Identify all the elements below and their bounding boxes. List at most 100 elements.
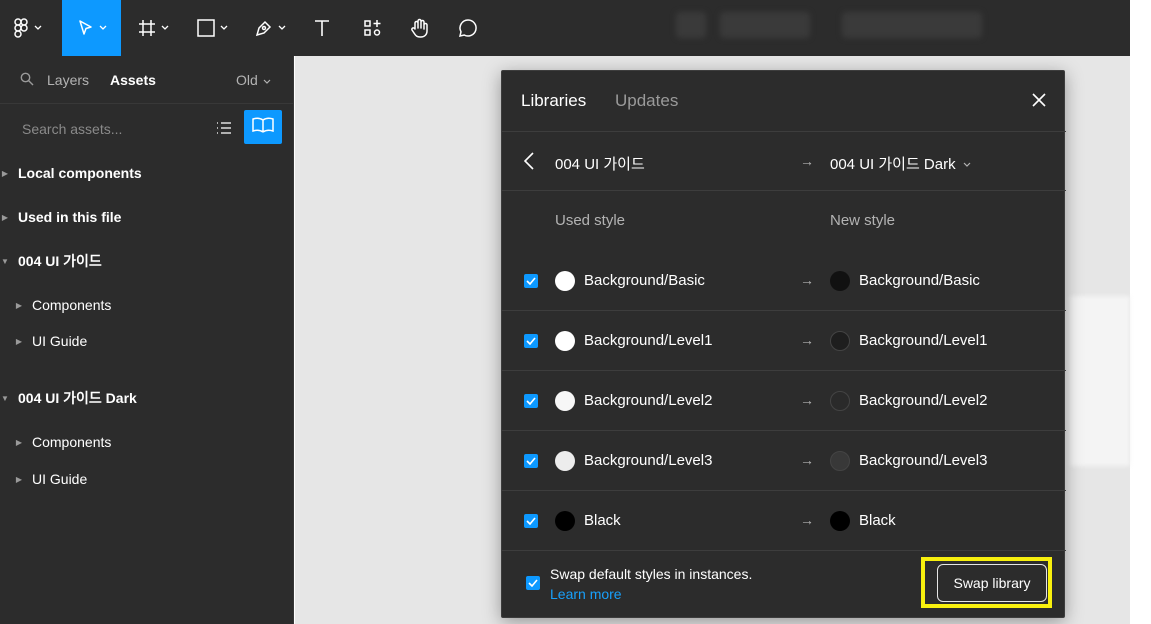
swap-instances-checkbox[interactable] — [526, 576, 540, 590]
resources-tool-button[interactable] — [352, 0, 392, 56]
style-mapping-row: Black → Black — [502, 491, 1066, 551]
new-style-name: Black — [859, 512, 896, 529]
chevron-left-icon — [523, 152, 534, 174]
new-style-swatch — [830, 451, 850, 471]
column-header-used: Used style — [555, 212, 626, 229]
tree-item-library-ui-guide-dark[interactable]: ▼ 004 UI 가이드 Dark — [0, 383, 294, 413]
style-mapping-row: Background/Level1 → Background/Level1 — [502, 311, 1066, 371]
figma-logo-icon — [14, 18, 30, 38]
used-style-name: Background/Level2 — [584, 392, 713, 409]
cursor-icon — [77, 19, 95, 37]
pen-icon — [254, 18, 274, 38]
caret-right-icon: ▶ — [15, 437, 23, 447]
tab-assets[interactable]: Assets — [110, 72, 156, 88]
style-checkbox[interactable] — [524, 274, 538, 288]
new-style-name: Background/Basic — [859, 272, 980, 289]
learn-more-link[interactable]: Learn more — [550, 586, 622, 602]
tree-item-label: Used in this file — [18, 209, 122, 225]
style-mapping-row: Background/Level2 → Background/Level2 — [502, 371, 1066, 431]
checkmark-icon — [526, 457, 536, 465]
dialog-header: Libraries Updates — [502, 71, 1066, 131]
style-mapping-row: Background/Level3 → Background/Level3 — [502, 431, 1066, 491]
used-style-name: Black — [584, 512, 621, 529]
list-view-icon[interactable] — [216, 121, 232, 140]
tree-item-components-dark[interactable]: ▶ Components — [0, 427, 294, 457]
tab-updates[interactable]: Updates — [615, 91, 678, 111]
file-name — [842, 12, 982, 38]
style-checkbox[interactable] — [524, 394, 538, 408]
back-button[interactable] — [523, 152, 534, 175]
target-library-dropdown[interactable]: 004 UI 가이드 Dark — [830, 153, 971, 174]
swap-library-dialog: Libraries Updates 004 UI 가이드 → 004 UI 가이… — [501, 70, 1066, 619]
source-library-name: 004 UI 가이드 — [555, 156, 645, 173]
tab-layers[interactable]: Layers — [47, 72, 89, 88]
text-tool-button[interactable] — [302, 0, 342, 56]
column-headers: Used style New style — [502, 191, 1066, 251]
target-library-name: 004 UI 가이드 Dark — [830, 156, 956, 173]
arrow-right-icon: → — [800, 452, 814, 468]
book-icon — [252, 117, 274, 138]
chevron-down-icon — [161, 25, 169, 31]
chevron-down-icon — [220, 25, 228, 31]
arrow-right-icon: → — [800, 392, 814, 408]
caret-right-icon: ▶ — [1, 168, 9, 178]
tree-item-components[interactable]: ▶ Components — [0, 290, 294, 320]
search-icon[interactable] — [20, 72, 34, 91]
main-menu-button[interactable] — [0, 0, 56, 56]
used-style-name: Background/Level3 — [584, 452, 713, 469]
tree-item-ui-guide[interactable]: ▶ UI Guide — [0, 326, 294, 356]
new-style-name: Background/Level2 — [859, 392, 988, 409]
move-tool-button[interactable] — [62, 0, 121, 56]
caret-down-icon: ▼ — [1, 256, 9, 266]
hand-icon — [409, 17, 431, 39]
tab-libraries[interactable]: Libraries — [521, 91, 586, 111]
comment-icon — [457, 17, 479, 39]
style-mapping-row: Background/Basic → Background/Basic — [502, 251, 1066, 311]
used-style-name: Background/Level1 — [584, 332, 713, 349]
arrow-right-icon: → — [800, 272, 814, 288]
chevron-down-icon — [34, 25, 42, 31]
style-checkbox[interactable] — [524, 454, 538, 468]
toolbar — [0, 0, 1130, 56]
file-location — [720, 12, 810, 38]
arrow-right-icon: → — [800, 512, 814, 528]
swap-library-button[interactable]: Swap library — [937, 564, 1047, 602]
used-style-swatch — [555, 331, 575, 351]
tree-item-label: Components — [32, 297, 112, 313]
style-checkbox[interactable] — [524, 514, 538, 528]
used-style-swatch — [555, 271, 575, 291]
chevron-down-icon — [99, 25, 107, 31]
search-input[interactable] — [22, 120, 202, 138]
close-button[interactable] — [1026, 89, 1052, 115]
tree-item-label: UI Guide — [32, 333, 88, 349]
hand-tool-button[interactable] — [400, 0, 440, 56]
panel-tabs: Layers Assets Old — [0, 56, 294, 104]
new-style-name: Background/Level3 — [859, 452, 988, 469]
tree-item-label: Components — [32, 434, 112, 450]
caret-right-icon: ▶ — [15, 336, 23, 346]
caret-down-icon: ▼ — [1, 393, 9, 403]
close-icon — [1032, 92, 1046, 112]
used-style-swatch — [555, 511, 575, 531]
tree-item-ui-guide-dark[interactable]: ▶ UI Guide — [0, 464, 294, 494]
frame-icon — [137, 18, 157, 38]
new-style-swatch — [830, 511, 850, 531]
comment-tool-button[interactable] — [448, 0, 488, 56]
new-style-swatch — [830, 391, 850, 411]
pen-tool-button[interactable] — [244, 0, 296, 56]
tree-item-library-ui-guide[interactable]: ▼ 004 UI 가이드 — [0, 246, 294, 276]
tree-item-used-in-this-file[interactable]: ▶ Used in this file — [0, 202, 294, 232]
tree-item-local-components[interactable]: ▶ Local components — [0, 158, 294, 188]
frame-tool-button[interactable] — [127, 0, 179, 56]
arrow-right-icon: → — [800, 153, 814, 169]
library-button[interactable] — [244, 110, 282, 144]
dialog-footer: Swap default styles in instances. Learn … — [502, 547, 1066, 619]
chevron-down-icon — [963, 155, 971, 172]
shape-tool-button[interactable] — [186, 0, 238, 56]
checkmark-icon — [526, 397, 536, 405]
style-checkbox[interactable] — [524, 334, 538, 348]
version-selector[interactable]: Old — [236, 72, 271, 88]
new-style-swatch — [830, 331, 850, 351]
column-header-new: New style — [830, 212, 896, 229]
left-panel: Layers Assets Old ▶ Local components ▶ U… — [0, 56, 294, 624]
